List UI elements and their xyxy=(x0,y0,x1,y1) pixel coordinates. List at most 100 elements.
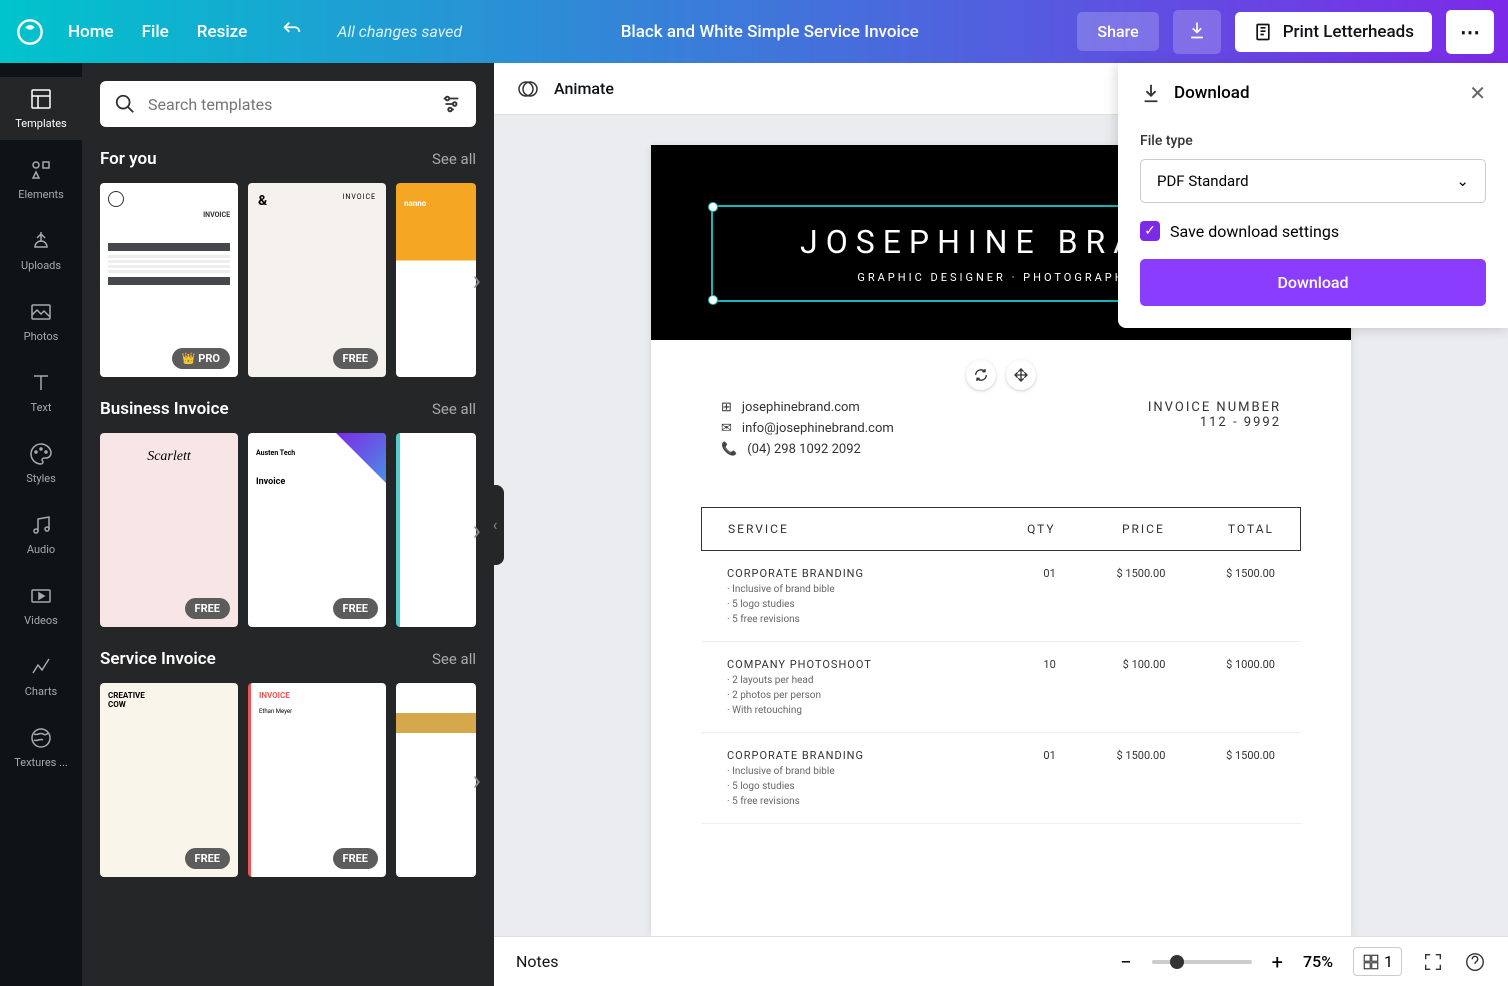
template-thumb[interactable] xyxy=(396,433,476,627)
templates-icon xyxy=(29,87,53,111)
filter-icon[interactable] xyxy=(440,93,462,115)
rail-charts[interactable]: Charts xyxy=(0,645,82,708)
phone-icon: 📞 xyxy=(721,442,737,457)
file-type-select[interactable]: PDF Standard ⌄ xyxy=(1140,159,1486,203)
rail-styles[interactable]: Styles xyxy=(0,432,82,495)
template-thumb[interactable]: CREATIVE COW FREE xyxy=(100,683,238,877)
thumb-title: nanno xyxy=(404,199,426,208)
document-title[interactable]: Black and White Simple Service Invoice xyxy=(476,22,1063,42)
row-price: $ 1500.00 xyxy=(1056,567,1166,625)
selection-handle[interactable] xyxy=(708,295,718,305)
styles-icon xyxy=(29,442,53,466)
rail-text[interactable]: Text xyxy=(0,361,82,424)
rail-label: Textures ... xyxy=(14,756,68,769)
row-price: $ 100.00 xyxy=(1056,658,1166,716)
template-thumb[interactable]: INVOICE Ethan Meyer FREE xyxy=(248,683,386,877)
thumb-subtitle: Invoice xyxy=(256,477,378,487)
see-all-link[interactable]: See all xyxy=(432,650,476,668)
row-total: $ 1000.00 xyxy=(1165,658,1275,716)
contact-info: ⊞josephinebrand.com ✉info@josephinebrand… xyxy=(721,400,894,457)
rail-label: Charts xyxy=(25,685,57,698)
share-button[interactable]: Share xyxy=(1077,12,1158,51)
download-top-button[interactable] xyxy=(1173,10,1221,54)
fullscreen-icon[interactable] xyxy=(1422,951,1444,973)
download-header: Download ✕ xyxy=(1118,63,1508,123)
checkbox-checked[interactable]: ✓ xyxy=(1140,221,1160,241)
download-title: Download xyxy=(1174,83,1250,103)
move-icon[interactable] xyxy=(1006,360,1036,390)
page-grid-button[interactable]: 1 xyxy=(1353,947,1402,976)
see-all-link[interactable]: See all xyxy=(432,400,476,418)
file-menu[interactable]: File xyxy=(142,22,169,42)
templates-panel: For you See all INVOICE PRO &INVOICE FRE… xyxy=(82,63,494,986)
template-thumb[interactable]: &INVOICE FREE xyxy=(248,183,386,377)
help-icon[interactable] xyxy=(1464,951,1486,973)
email-icon: ✉ xyxy=(721,421,732,436)
template-thumb[interactable]: INVOICE PRO xyxy=(100,183,238,377)
download-button[interactable]: Download xyxy=(1140,259,1486,306)
rail-label: Text xyxy=(31,401,52,414)
template-thumb[interactable]: nanno xyxy=(396,183,476,377)
bottom-bar: Notes − + 75% 1 xyxy=(494,936,1508,986)
zoom-value[interactable]: 75% xyxy=(1303,952,1333,971)
badge-free: FREE xyxy=(185,848,230,869)
row-qty: 01 xyxy=(946,567,1056,625)
close-icon[interactable]: ✕ xyxy=(1469,81,1486,105)
rail-label: Audio xyxy=(27,543,55,556)
phone-text: (04) 298 1092 2092 xyxy=(747,442,861,457)
rail-uploads[interactable]: Uploads xyxy=(0,219,82,282)
next-arrow-icon[interactable]: › xyxy=(473,264,481,297)
see-all-link[interactable]: See all xyxy=(432,150,476,168)
home-menu[interactable]: Home xyxy=(68,22,114,42)
print-button[interactable]: Print Letterheads xyxy=(1235,12,1432,52)
undo-icon[interactable] xyxy=(281,19,303,45)
search-input[interactable] xyxy=(148,95,428,114)
audio-icon xyxy=(29,513,53,537)
thumb-title: Scarlett xyxy=(108,449,230,465)
rail-elements[interactable]: Elements xyxy=(0,148,82,211)
sync-icon[interactable] xyxy=(966,360,996,390)
section-title: For you xyxy=(100,149,157,169)
selection-handle[interactable] xyxy=(708,202,718,212)
resize-menu[interactable]: Resize xyxy=(197,22,247,42)
table-row: CORPORATE BRANDING · Inclusive of brand … xyxy=(701,733,1301,824)
rail-videos[interactable]: Videos xyxy=(0,574,82,637)
rail-templates[interactable]: Templates xyxy=(0,77,82,140)
logo-icon[interactable] xyxy=(14,16,46,48)
zoom-handle[interactable] xyxy=(1170,955,1184,969)
row-total: $ 1500.00 xyxy=(1165,749,1275,807)
thumb-title: INVOICE xyxy=(342,193,376,201)
animate-button[interactable]: Animate xyxy=(554,79,614,98)
zoom-slider[interactable] xyxy=(1152,960,1252,964)
row-total: $ 1500.00 xyxy=(1165,567,1275,625)
transparency-icon[interactable] xyxy=(516,77,540,101)
email-text: info@josephinebrand.com xyxy=(742,421,894,436)
template-thumb[interactable]: Scarlett FREE xyxy=(100,433,238,627)
col-price: PRICE xyxy=(1056,522,1165,536)
rail-audio[interactable]: Audio xyxy=(0,503,82,566)
thumb-title: INVOICE xyxy=(251,683,386,708)
row-qty: 01 xyxy=(946,749,1056,807)
search-box[interactable] xyxy=(100,81,476,127)
next-arrow-icon[interactable]: › xyxy=(473,764,481,797)
download-panel: Download ✕ File type PDF Standard ⌄ ✓ Sa… xyxy=(1118,63,1508,328)
col-service: SERVICE xyxy=(728,522,946,536)
more-button[interactable]: ⋯ xyxy=(1446,10,1494,54)
rail-photos[interactable]: Photos xyxy=(0,290,82,353)
template-thumb[interactable]: Austen Tech Invoice FREE xyxy=(248,433,386,627)
zoom-out-icon[interactable]: − xyxy=(1120,950,1131,974)
notes-button[interactable]: Notes xyxy=(516,952,559,971)
row-service: CORPORATE BRANDING · Inclusive of brand … xyxy=(727,567,946,625)
invoice-table: SERVICE QTY PRICE TOTAL CORPORATE BRANDI… xyxy=(701,507,1301,824)
rail-textures[interactable]: Textures ... xyxy=(0,716,82,779)
edit-controls xyxy=(966,360,1036,390)
template-thumb[interactable] xyxy=(396,683,476,877)
search-icon xyxy=(114,93,136,115)
next-arrow-icon[interactable]: › xyxy=(473,514,481,547)
rail-label: Templates xyxy=(15,117,66,130)
badge-pro: PRO xyxy=(172,348,230,369)
zoom-in-icon[interactable]: + xyxy=(1272,950,1283,974)
table-header: SERVICE QTY PRICE TOTAL xyxy=(701,507,1301,551)
table-row: COMPANY PHOTOSHOOT · 2 layouts per head·… xyxy=(701,642,1301,733)
save-settings-row[interactable]: ✓ Save download settings xyxy=(1140,221,1486,241)
